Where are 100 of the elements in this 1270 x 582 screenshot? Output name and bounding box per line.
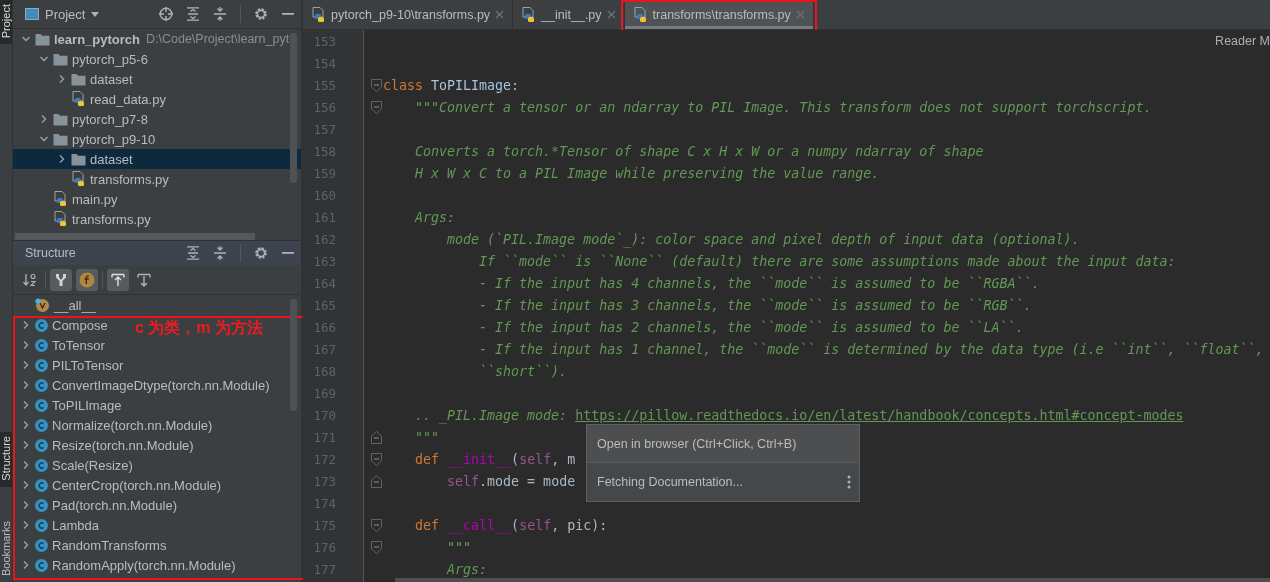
chevron-right-icon[interactable]: [21, 460, 31, 470]
structure-item[interactable]: Resize(torch.nn.Module): [52, 437, 194, 453]
tree-row[interactable]: pytorch_p7-8: [13, 109, 301, 129]
python-file-icon: [632, 6, 648, 23]
tree-item[interactable]: transforms.py: [72, 211, 151, 227]
class-icon: [35, 538, 48, 552]
locate-icon[interactable]: [159, 7, 173, 21]
tool-window-tab[interactable]: Project: [0, 0, 12, 45]
collapse-all-icon[interactable]: [213, 246, 227, 260]
chevron-right-icon[interactable]: [21, 440, 31, 450]
tree-row[interactable]: transforms.py: [13, 169, 301, 189]
chevron-right-icon[interactable]: [21, 400, 31, 410]
tool-window-tab[interactable]: Structure: [0, 432, 12, 487]
structure-item[interactable]: Lambda: [52, 517, 99, 533]
minimize-icon[interactable]: [281, 12, 295, 16]
chevron-right-icon[interactable]: [21, 520, 31, 530]
tree-row[interactable]: dataset: [13, 69, 301, 89]
tree-item[interactable]: dataset: [90, 71, 133, 87]
chevron-right-icon[interactable]: [21, 540, 31, 550]
scrollbar[interactable]: [290, 33, 297, 183]
structure-item[interactable]: PILToTensor: [52, 357, 124, 373]
fold-icon[interactable]: [371, 540, 382, 554]
structure-item[interactable]: RandomTransforms: [52, 537, 167, 553]
minimize-icon[interactable]: [281, 251, 295, 255]
chevron-right-icon[interactable]: [57, 74, 67, 84]
tree-item[interactable]: transforms.py: [90, 171, 169, 187]
editor-tab[interactable]: pytorch_p9-10\transforms.py: [303, 0, 514, 29]
structure-item[interactable]: ToTensor: [52, 337, 105, 353]
chevron-right-icon[interactable]: [21, 480, 31, 490]
scrollbar[interactable]: [395, 578, 1270, 582]
structure-item[interactable]: Scale(Resize): [52, 457, 133, 473]
chevron-down-icon[interactable]: [39, 134, 49, 144]
settings-icon[interactable]: [254, 246, 268, 260]
chevron-right-icon[interactable]: [57, 154, 67, 164]
editor-tab[interactable]: transforms\transforms.py: [624, 0, 814, 29]
fold-icon[interactable]: [371, 474, 382, 488]
tree-item[interactable]: pytorch_p5-6: [72, 51, 148, 67]
collapse-all-icon[interactable]: [213, 7, 227, 21]
reader-mode-link[interactable]: Reader M: [1215, 34, 1270, 48]
editor-tab[interactable]: __init__.py: [513, 0, 625, 29]
class-icon: [35, 318, 48, 332]
expand-all-icon[interactable]: [186, 246, 200, 260]
structure-item[interactable]: ToPILImage: [52, 397, 122, 413]
class-icon: [35, 558, 48, 572]
tree-row[interactable]: transforms.py: [13, 209, 301, 229]
status-text: Fetching Documentation...: [597, 475, 743, 489]
structure-item[interactable]: Pad(torch.nn.Module): [52, 497, 177, 513]
tree-row[interactable]: read_data.py: [13, 89, 301, 109]
chevron-down-icon[interactable]: [21, 34, 31, 44]
chevron-right-icon[interactable]: [21, 380, 31, 390]
chevron-right-icon[interactable]: [39, 114, 49, 124]
project-view-dropdown[interactable]: Project: [25, 6, 100, 22]
scrollbar[interactable]: [15, 233, 255, 240]
fold-icon[interactable]: [371, 78, 382, 92]
toolbar-toggle[interactable]: [76, 268, 98, 291]
tree-row[interactable]: learn_pytorch D:\Code\Project\learn_pyt: [13, 29, 301, 49]
panel-title: Structure: [25, 246, 76, 260]
link[interactable]: https://pillow.readthedocs.io/en/latest/handbook/concepts.html#concept-modes: [575, 407, 1184, 423]
code-line: - If the input has 3 channels, the ``mode`` is assumed to be ``RGB``.: [478, 297, 1032, 313]
tree-item[interactable]: pytorch_p7-8: [72, 111, 148, 127]
fold-icon[interactable]: [371, 452, 382, 466]
toolbar-toggle[interactable]: [107, 268, 129, 291]
close-icon[interactable]: [495, 10, 505, 19]
annotation-note: c 为类，m 为方法: [135, 318, 263, 338]
chevron-right-icon[interactable]: [21, 320, 31, 330]
tree-item[interactable]: read_data.py: [90, 91, 166, 107]
settings-icon[interactable]: [254, 7, 268, 21]
folder-icon: [71, 152, 86, 166]
scrollbar[interactable]: [290, 299, 297, 411]
structure-item[interactable]: Compose: [52, 317, 108, 333]
tree-item[interactable]: dataset: [90, 151, 133, 167]
tree-item[interactable]: learn_pytorch: [54, 31, 140, 47]
fold-icon[interactable]: [371, 100, 382, 114]
structure-item[interactable]: ConvertImageDtype(torch.nn.Module): [52, 377, 270, 393]
structure-item[interactable]: __all__: [54, 297, 96, 313]
chevron-down-icon[interactable]: [39, 54, 49, 64]
structure-item[interactable]: Normalize(torch.nn.Module): [52, 417, 213, 433]
tree-row[interactable]: pytorch_p9-10: [13, 129, 301, 149]
close-icon[interactable]: [606, 10, 616, 19]
tree-item[interactable]: pytorch_p9-10: [72, 131, 156, 147]
structure-item[interactable]: RandomApply(torch.nn.Module): [52, 557, 236, 573]
tree-row[interactable]: main.py: [13, 189, 301, 209]
structure-item[interactable]: CenterCrop(torch.nn.Module): [52, 477, 222, 493]
chevron-right-icon[interactable]: [21, 420, 31, 430]
toolbar-toggle[interactable]: [50, 268, 72, 291]
tree-row[interactable]: pytorch_p5-6: [13, 49, 301, 69]
chevron-right-icon[interactable]: [21, 360, 31, 370]
menu-item[interactable]: Open in browser (Ctrl+Click, Ctrl+B): [587, 425, 859, 463]
chevron-right-icon[interactable]: [21, 500, 31, 510]
chevron-right-icon[interactable]: [21, 340, 31, 350]
tool-window-tab[interactable]: Bookmarks: [0, 516, 12, 582]
code-line: - If the input has 4 channels, the ``mode`` is assumed to be ``RGBA``.: [478, 275, 1040, 291]
more-icon[interactable]: [847, 475, 851, 489]
fold-icon[interactable]: [371, 430, 382, 444]
tree-item[interactable]: main.py: [72, 191, 118, 207]
tree-row[interactable]: dataset: [13, 149, 301, 169]
expand-all-icon[interactable]: [186, 7, 200, 21]
fold-icon[interactable]: [371, 518, 382, 532]
chevron-right-icon[interactable]: [21, 560, 31, 570]
class-icon: [35, 358, 48, 372]
